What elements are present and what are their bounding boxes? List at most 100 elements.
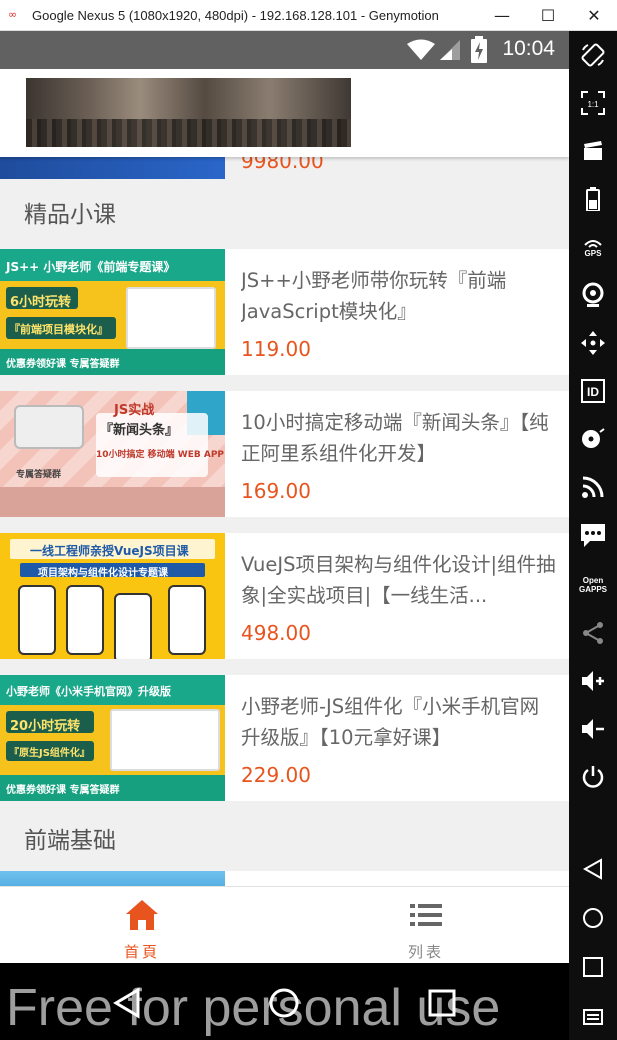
android-nav-bar (0, 963, 569, 1040)
screencast-button[interactable] (569, 131, 617, 171)
course-thumbnail (0, 871, 225, 886)
close-button[interactable]: ✕ (571, 0, 617, 31)
thumb-text: 『前端项目模块化』 (9, 323, 108, 336)
thumb-text: JS实战 (114, 403, 155, 418)
course-price: 229.00 (241, 763, 311, 787)
volume-down-icon (582, 719, 604, 739)
network-button[interactable] (569, 467, 617, 507)
course-item[interactable]: 一线工程师亲授VueJS项目课 项目架构与组件化设计专题课 VueJS项目架构与… (0, 533, 569, 659)
thumb-text: 『新闻头条』 (100, 423, 179, 438)
course-thumbnail: 小野老师《小米手机官网》升级版 20小时玩转 『原生JS组件化』 优惠券领好课 … (0, 675, 225, 801)
webcam-icon (582, 282, 604, 307)
nav-home-button[interactable] (569, 898, 617, 938)
sms-button[interactable] (569, 515, 617, 555)
previous-course-thumbnail[interactable] (0, 157, 225, 179)
course-title: 10小时搞定移动端『新闻头条』【纯正阿里系组件化开发】 (241, 411, 549, 465)
section-title: 精品小课 (24, 202, 116, 228)
remote-control-button[interactable] (569, 323, 617, 363)
thumb-text: 专属答疑群 (16, 470, 62, 480)
volume-up-icon (582, 671, 604, 691)
power-icon (582, 766, 604, 788)
phone-screen: 10:04 9980.00 精品小课 JS++ 小野老师《前端专题课》 6小时玩… (0, 31, 569, 1040)
identifiers-button[interactable]: ID (569, 371, 617, 411)
course-item[interactable] (0, 871, 569, 886)
battery-charging-icon (471, 36, 487, 63)
open-gapps-button[interactable]: Open GAPPS (569, 565, 617, 605)
course-price: 119.00 (241, 337, 311, 361)
volume-down-button[interactable] (569, 709, 617, 749)
nav-back-button[interactable] (569, 849, 617, 889)
course-title: JS++小野老师带你玩转『前端JavaScript模块化』 (241, 269, 507, 323)
disk-icon (582, 428, 605, 448)
minimize-button[interactable]: — (479, 0, 525, 31)
svg-text:ID: ID (587, 385, 599, 399)
thumb-text: 小野老师《小米手机官网》升级版 (6, 685, 171, 698)
thumb-text: JS++ 小野老师《前端专题课》 (6, 260, 176, 274)
tab-home[interactable]: 首頁 (0, 887, 284, 964)
status-bar: 10:04 (0, 31, 569, 69)
window-title: Google Nexus 5 (1080x1920, 480dpi) - 192… (32, 7, 439, 23)
course-thumbnail: 一线工程师亲授VueJS项目课 项目架构与组件化设计专题课 (0, 533, 225, 659)
home-circle-icon[interactable] (268, 987, 300, 1019)
scroll-content[interactable]: 9980.00 精品小课 JS++ 小野老师《前端专题课》 6小时玩转 『前端项… (0, 69, 569, 886)
move-arrows-icon (581, 331, 605, 355)
rotate-button[interactable] (569, 35, 617, 75)
banner-image (26, 78, 351, 147)
signal-icon (440, 40, 460, 60)
battery-button[interactable] (569, 179, 617, 219)
gps-signal-icon (584, 239, 602, 248)
webcam-button[interactable] (569, 275, 617, 315)
thumb-text: 6小时玩转 (10, 295, 72, 310)
clapperboard-icon (584, 141, 602, 160)
disk-io-button[interactable] (569, 419, 617, 459)
course-price: 169.00 (241, 479, 311, 503)
back-icon[interactable] (112, 987, 142, 1019)
open-gapps-label: Open GAPPS (578, 576, 607, 594)
rotate-device-icon (581, 43, 605, 67)
bottom-tab-bar: 首頁 列表 (0, 886, 569, 963)
thumb-text: 10小时搞定 移动端 WEB APP (96, 450, 225, 460)
tab-list-label: 列表 (407, 943, 444, 961)
home-circle-icon (583, 908, 603, 928)
emulator-window: ∞ Google Nexus 5 (1080x1920, 480dpi) - 1… (0, 0, 617, 1040)
nav-recents-button[interactable] (569, 947, 617, 987)
thumb-text: 优惠券领好课 专属答疑群 (6, 359, 120, 370)
tab-home-label: 首頁 (123, 943, 160, 961)
thumb-text: 一线工程师亲授VueJS项目课 (30, 544, 189, 558)
course-title: 小野老师-JS组件化『小米手机官网升级版』【10元拿好课】 (241, 695, 540, 749)
chat-bubble-icon (581, 524, 605, 547)
share-icon (583, 622, 603, 644)
course-thumbnail: JS实战 『新闻头条』 10小时搞定 移动端 WEB APP 专属答疑群 (0, 391, 225, 517)
power-button[interactable] (569, 757, 617, 797)
course-item[interactable]: JS实战 『新闻头条』 10小时搞定 移动端 WEB APP 专属答疑群 10小… (0, 391, 569, 517)
svg-text:1:1: 1:1 (587, 100, 599, 109)
section-title: 前端基础 (24, 828, 116, 854)
thumb-text: 优惠券领好课 专属答疑群 (6, 785, 120, 796)
back-icon (582, 858, 602, 880)
maximize-button[interactable]: ☐ (525, 0, 571, 31)
gps-label: GPS (584, 248, 602, 258)
genymotion-logo-icon: ∞ (8, 8, 18, 21)
wifi-icon (407, 39, 435, 60)
thumb-text: 项目架构与组件化设计专题课 (38, 568, 168, 579)
rss-icon (582, 476, 604, 498)
nav-menu-button[interactable] (569, 997, 617, 1037)
recents-icon[interactable] (428, 989, 456, 1017)
volume-up-button[interactable] (569, 661, 617, 701)
course-item[interactable]: 小野老师《小米手机官网》升级版 20小时玩转 『原生JS组件化』 优惠券领好课 … (0, 675, 569, 801)
tab-list[interactable]: 列表 (284, 887, 568, 964)
scale-icon: 1:1 (581, 91, 605, 115)
thumb-text: 『原生JS组件化』 (9, 748, 90, 759)
share-button[interactable] (569, 613, 617, 653)
header-banner (0, 69, 569, 157)
pixel-perfect-button[interactable]: 1:1 (569, 83, 617, 123)
thumb-text: 20小时玩转 (10, 719, 81, 734)
gps-button[interactable]: GPS (569, 227, 617, 267)
course-thumbnail: JS++ 小野老师《前端专题课》 6小时玩转 『前端项目模块化』 优惠券领好课 … (0, 249, 225, 375)
course-title: VueJS项目架构与组件化设计|组件抽象|全实战项目|【一线生活... (241, 553, 556, 607)
id-card-icon: ID (581, 379, 605, 403)
home-icon (126, 900, 158, 930)
course-item[interactable]: JS++ 小野老师《前端专题课》 6小时玩转 『前端项目模块化』 优惠券领好课 … (0, 249, 569, 375)
recents-icon (583, 957, 603, 977)
battery-icon (586, 187, 600, 211)
